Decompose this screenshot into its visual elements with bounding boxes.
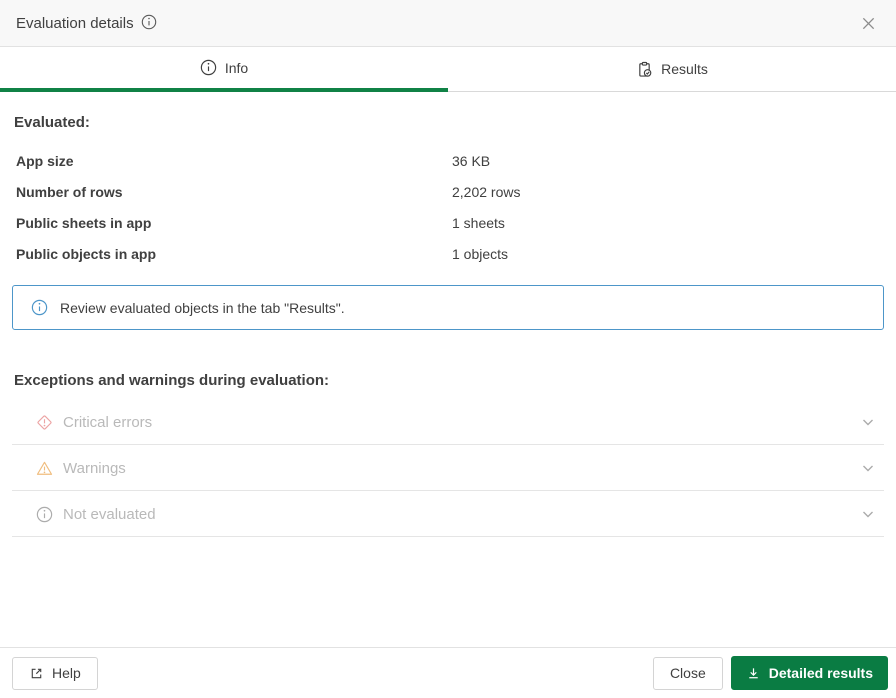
accordion-warnings[interactable]: Warnings [0, 445, 896, 491]
accordion-not-evaluated[interactable]: Not evaluated [0, 491, 896, 537]
accordion-label: Critical errors [63, 413, 153, 431]
help-button[interactable]: Help [12, 656, 98, 690]
external-link-icon [31, 668, 42, 678]
accordion-label: Not evaluated [63, 505, 156, 523]
tab-results-label: Results [661, 61, 708, 77]
dialog-title-text: Evaluation details [16, 14, 134, 32]
tab-info[interactable]: Info [0, 47, 448, 92]
accordion-critical-errors[interactable]: Critical errors [0, 399, 896, 445]
close-icon [862, 17, 874, 29]
table-row: Number of rows 2,202 rows [0, 176, 896, 207]
row-label: Public objects in app [16, 245, 157, 262]
dialog-body: Evaluated: App size 36 KB Number of rows… [0, 92, 896, 647]
row-value: 2,202 rows [452, 183, 521, 200]
exceptions-heading: Exceptions and warnings during evaluatio… [14, 372, 330, 389]
evaluated-heading: Evaluated: [14, 114, 90, 131]
evaluation-details-dialog: Evaluation details Info Results Evaluate… [0, 0, 896, 698]
info-circle-icon [31, 299, 48, 316]
evaluated-table: App size 36 KB Number of rows 2,202 rows… [0, 145, 896, 269]
chevron-down-icon [863, 511, 873, 518]
row-label: App size [16, 152, 74, 169]
chevron-down-icon [863, 465, 873, 472]
dialog-title: Evaluation details [16, 15, 157, 32]
exceptions-accordion: Critical errors Warnings Not evaluated [0, 399, 896, 537]
row-value: 1 objects [452, 245, 509, 262]
row-label: Number of rows [16, 183, 123, 200]
row-value: 1 sheets [452, 214, 505, 231]
table-row: Public sheets in app 1 sheets [0, 207, 896, 238]
info-icon[interactable] [141, 14, 157, 30]
dialog-footer: Help Close Detailed results [0, 647, 896, 698]
clipboard-check-icon [639, 61, 652, 77]
critical-diamond-icon [37, 414, 52, 430]
accordion-label: Warnings [63, 459, 126, 477]
row-value: 36 KB [452, 152, 491, 169]
table-row: App size 36 KB [0, 145, 896, 176]
detailed-results-button-label: Detailed results [768, 665, 873, 681]
chevron-down-icon [863, 419, 873, 426]
warning-triangle-icon [36, 461, 53, 475]
tab-info-label: Info [224, 59, 249, 76]
download-icon [749, 667, 758, 678]
close-button-label: Close [669, 665, 706, 681]
tab-results[interactable]: Results [448, 47, 896, 92]
tab-bar: Info Results [0, 47, 896, 92]
info-circle-icon [200, 59, 217, 76]
help-button-label: Help [52, 665, 81, 681]
close-button[interactable] [854, 9, 882, 37]
row-label: Public sheets in app [16, 214, 152, 231]
info-banner: Review evaluated objects in the tab "Res… [12, 285, 884, 330]
table-row: Public objects in app 1 objects [0, 238, 896, 269]
info-banner-text: Review evaluated objects in the tab "Res… [60, 299, 345, 316]
info-circle-icon [36, 506, 53, 522]
close-dialog-button[interactable]: Close [652, 656, 723, 690]
dialog-header: Evaluation details [0, 0, 896, 47]
detailed-results-button[interactable]: Detailed results [730, 656, 888, 690]
